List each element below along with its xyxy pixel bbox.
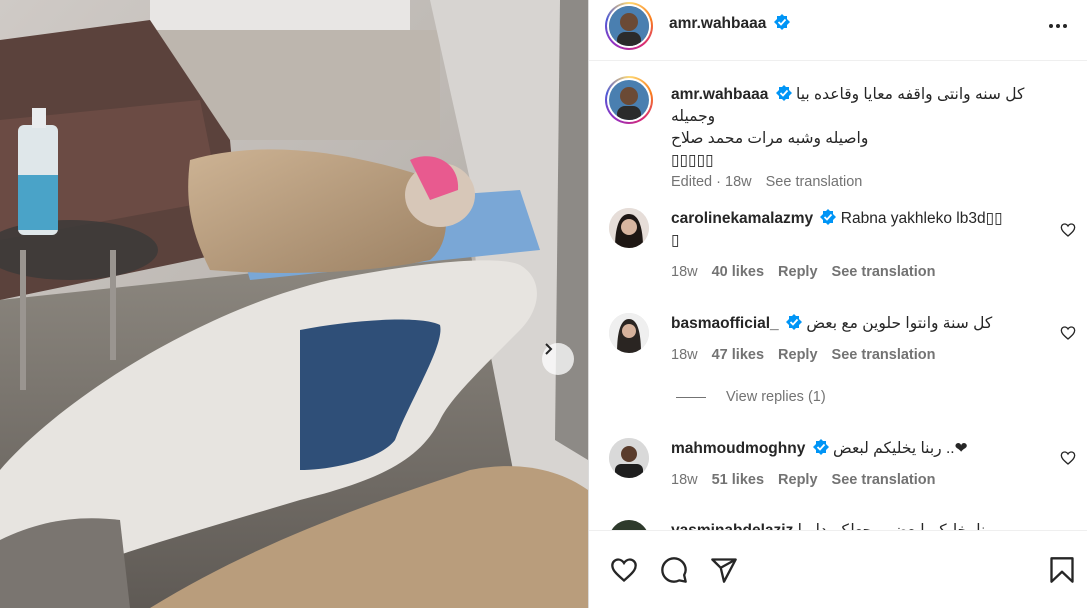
verified-badge-icon [812,439,829,455]
caption-edited-time: Edited · 18w [671,174,752,190]
comment-age: 18w [671,347,698,363]
next-image-button[interactable] [542,343,574,375]
reply-button[interactable]: Reply [778,347,818,363]
comment-likes[interactable]: 51 likes [712,472,764,488]
author-avatar[interactable] [605,2,653,50]
heart-icon[interactable] [1060,450,1076,466]
commenter-avatar[interactable] [609,520,649,530]
comment-likes[interactable]: 40 likes [712,264,764,280]
commenter-username[interactable]: basmaofficial_ [671,315,779,332]
comment-age: 18w [671,264,698,280]
bookmark-icon [1050,557,1074,583]
caption-avatar[interactable] [605,76,653,124]
more-horizontal-icon [1049,24,1053,28]
reply-button[interactable]: Reply [778,264,818,280]
view-replies-label: View replies (1) [726,389,826,405]
post-panel: amr.wahbaaa amr.wahbaaa كل سنه وانتى واق… [588,0,1087,608]
comment-text: كل سنة وانتوا حلوين مع بعض [806,315,993,332]
avatar-photo [609,6,649,46]
heart-icon[interactable] [1060,325,1076,341]
paper-plane-icon [711,558,737,583]
hospital-room-photo [0,0,588,608]
save-button[interactable] [1047,555,1077,585]
comment-age: 18w [671,472,698,488]
comment-icon [661,557,687,583]
see-translation-button[interactable]: See translation [832,347,936,363]
caption-text-2: واصيله وشبه مرات محمد صلاح [671,130,869,147]
comment-text: Rabna yakhleko lb3d▯▯ [840,210,1003,227]
verified-badge-icon [786,314,802,330]
commenter-username[interactable]: carolinekamalazmy [671,210,813,227]
commenter-avatar[interactable] [609,313,649,353]
reply-button[interactable]: Reply [778,472,818,488]
verified-badge-icon [775,85,792,101]
avatar-photo [609,80,649,120]
verified-badge-icon [820,209,837,225]
replies-divider [676,396,706,398]
post-actions [589,530,1087,608]
caption-see-translation[interactable]: See translation [766,174,863,190]
commenter-avatar[interactable] [609,438,649,478]
comment-text: ربنا يخليكم لبعض ..❤ [832,440,968,457]
author-username[interactable]: amr.wahbaaa [669,15,766,32]
comment-button[interactable] [659,555,689,585]
see-translation-button[interactable]: See translation [832,264,936,280]
like-button[interactable] [609,555,639,585]
commenter-avatar[interactable] [609,208,649,248]
comments-list: amr.wahbaaa كل سنه وانتى واقفه معايا وقا… [589,62,1087,530]
caption-text-3: ▯▯▯▯▯ [671,152,714,169]
caption-username[interactable]: amr.wahbaaa [671,86,768,103]
heart-icon [611,558,637,583]
comment-text-cont: ▯ [671,232,680,249]
commenter-username[interactable]: mahmoudmoghny [671,440,805,457]
commenter-username[interactable]: yasminabdelaziz [671,522,793,530]
chevron-right-icon [545,343,553,355]
verified-badge-icon [773,14,790,30]
heart-icon[interactable] [1060,222,1076,238]
comment-text: ربنا يخليكم لبعض ويجعلكم دايما [798,522,998,530]
view-replies-button[interactable]: View replies (1) [676,389,826,405]
post-image [0,0,588,608]
post-header: amr.wahbaaa [589,0,1087,61]
see-translation-button[interactable]: See translation [832,472,936,488]
comment-likes[interactable]: 47 likes [712,347,764,363]
more-options-button[interactable] [1046,14,1070,38]
share-button[interactable] [709,555,739,585]
